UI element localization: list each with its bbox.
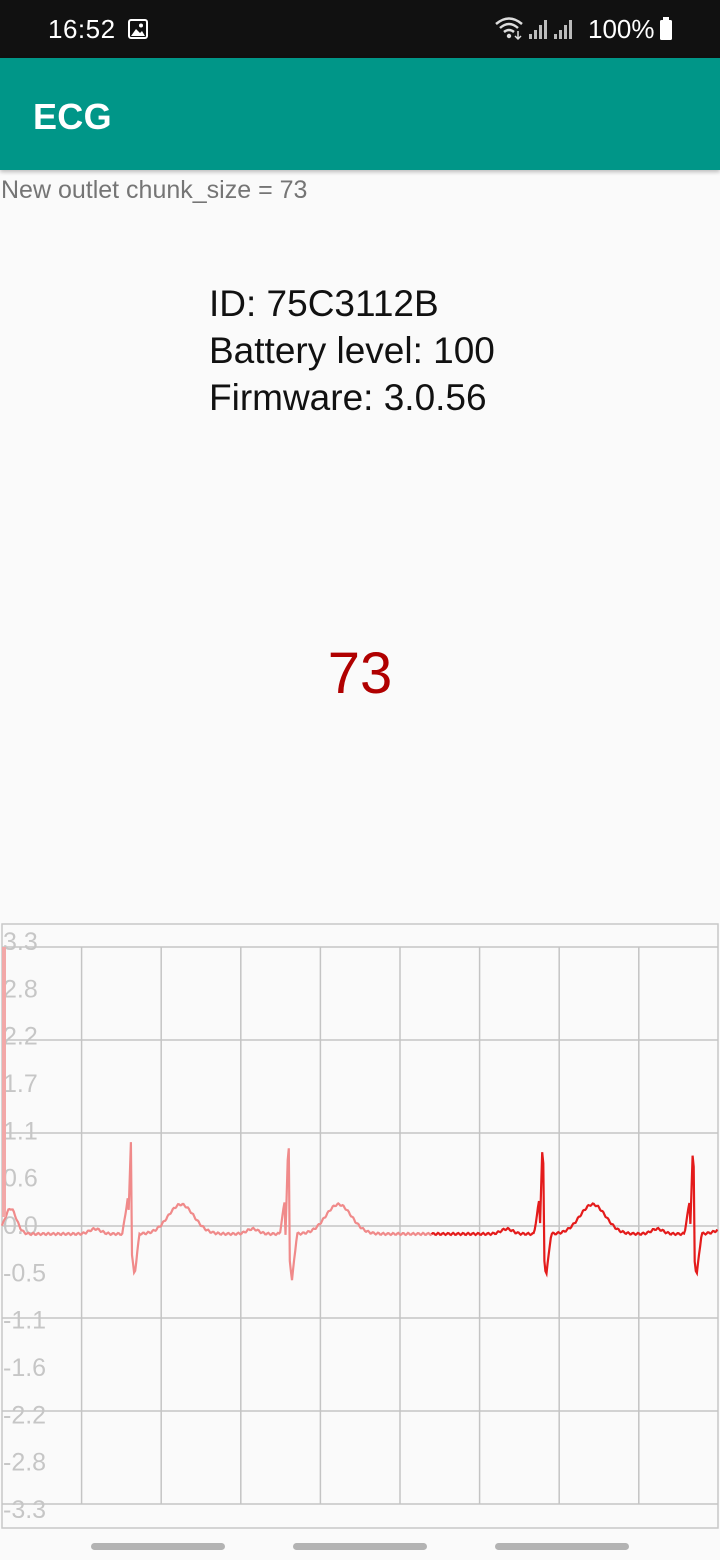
- y-tick-label: -2.8: [3, 1449, 46, 1477]
- ecg-chart: 3.3 2.8 2.2 1.7 1.1 0.6 0.0 -0.5 -1.1 -1.6 -2.2 -2.…: [0, 922, 720, 1532]
- y-tick-label: 3.3: [3, 928, 38, 956]
- signal-icon: [528, 18, 550, 45]
- y-tick-label: 0.6: [3, 1165, 38, 1193]
- ecg-chart-svg: 3.32.82.21.71.10.60.0-0.5-1.1-1.6-2.2-2.…: [0, 923, 719, 1529]
- ecg-trace-faded: [0, 1142, 433, 1281]
- status-time: 16:52: [48, 14, 116, 44]
- y-tick-label: 1.7: [3, 1070, 38, 1098]
- battery-icon: [659, 17, 673, 46]
- y-tick-label: -0.5: [3, 1259, 46, 1287]
- y-tick-label: 1.1: [3, 1117, 38, 1145]
- device-info: ID: 75C3112B Battery level: 100 Firmware…: [209, 280, 495, 421]
- ecg-trace-recent: [430, 1152, 719, 1278]
- wifi-icon: [494, 15, 524, 46]
- ecg-sweep-cursor: [2, 947, 6, 1217]
- status-bar: 16:52 100%: [0, 0, 720, 58]
- y-tick-label: -2.2: [3, 1401, 46, 1429]
- screen: 16:52 100% ECG New outlet chunk_size = 7…: [0, 0, 720, 1560]
- y-tick-label: 2.2: [3, 1023, 38, 1051]
- battery-percent: 100%: [588, 14, 655, 44]
- log-message: New outlet chunk_size = 73: [1, 176, 308, 204]
- y-tick-label: -1.6: [3, 1354, 46, 1382]
- navigation-bar: [0, 1532, 720, 1560]
- app-title: ECG: [33, 96, 112, 137]
- nav-back-button[interactable]: [495, 1543, 629, 1550]
- signal-icon-2: [553, 18, 575, 45]
- image-notification-icon: [128, 19, 148, 44]
- y-tick-label: -1.1: [3, 1307, 46, 1335]
- y-tick-label: 2.8: [3, 975, 38, 1003]
- nav-home-button[interactable]: [293, 1543, 427, 1550]
- app-bar: ECG: [0, 58, 720, 170]
- heart-rate-value: 73: [327, 641, 393, 706]
- device-firmware: Firmware: 3.0.56: [209, 377, 487, 418]
- nav-recents-button[interactable]: [91, 1543, 225, 1550]
- device-id: ID: 75C3112B: [209, 283, 439, 324]
- device-battery-level: Battery level: 100: [209, 330, 495, 371]
- y-tick-label: -3.3: [3, 1496, 46, 1524]
